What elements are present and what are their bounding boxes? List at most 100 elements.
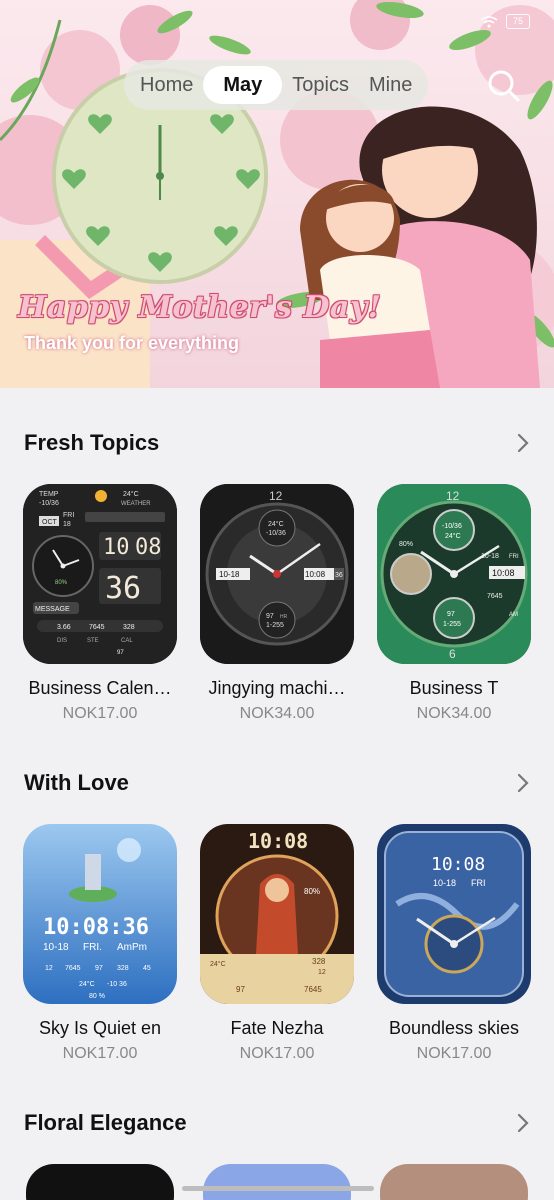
watchface-card[interactable]: 12 24°C -10/36 10-18 10:08 36 97 HR 1-25… [197, 484, 357, 723]
watchface-price: NOK17.00 [239, 1045, 315, 1062]
face-text: 10:08:36 [43, 915, 149, 940]
face-text: OCT [42, 519, 58, 526]
watchface-price: NOK17.00 [62, 1045, 138, 1062]
face-text: AM [509, 612, 518, 618]
face-text: 10:08 [305, 570, 326, 579]
search-icon[interactable] [484, 66, 524, 106]
watchface-card[interactable]: 10:08:36 10-18 FRI. AmPm 12 7645 97 328 … [20, 824, 180, 1063]
face-text: -10 36 [107, 981, 127, 988]
face-text: 97 [266, 613, 274, 620]
watchface-thumbnail: 12 24°C -10/36 10-18 10:08 36 97 HR 1-25… [200, 484, 354, 664]
section-title: With Love [24, 770, 129, 795]
face-text: -10/36 [39, 500, 59, 507]
watchface-card[interactable]: 10:08 10-18 FRI Boundless skies NOK17.00 [374, 824, 534, 1063]
watchface-thumbnail: TEMP -10/36 24°C WEATHER OCT FRI 18 80% … [23, 484, 177, 664]
watchface-name: Fate Nezha [230, 1018, 324, 1038]
face-text: AmPm [117, 942, 147, 953]
watchface-price: NOK17.00 [416, 1045, 492, 1062]
tab-mine[interactable]: Mine [359, 66, 422, 104]
face-text: 12 [318, 969, 326, 976]
face-text: 80% [55, 580, 68, 586]
face-text: FRI [63, 512, 74, 519]
watchface-card[interactable]: TEMP -10/36 24°C WEATHER OCT FRI 18 80% … [20, 484, 180, 723]
face-text: 328 [312, 957, 326, 966]
watchface-thumbnail: 10:08 80% 24°C 328 12 97 7645 [200, 824, 354, 1004]
watchface-card[interactable]: 10:08 80% 24°C 328 12 97 7645 Fate Nezha… [197, 824, 357, 1063]
face-text: WEATHER [121, 501, 151, 507]
face-text: 36 [105, 571, 141, 606]
face-text: 97 [117, 650, 124, 656]
watchface-card-partial[interactable] [203, 1164, 351, 1200]
watchface-preview: 12 6 -10/36 24°C 80% 10-18 FRI 10:08 764… [377, 484, 531, 664]
face-text: 7645 [65, 965, 81, 972]
face-text: 12 [45, 965, 53, 972]
watchface-name: Boundless skies [388, 1018, 520, 1038]
tab-may[interactable]: May [203, 66, 283, 104]
wifi-icon [480, 15, 498, 27]
watchface-name: Business Calen… [28, 678, 172, 698]
face-text: 80% [304, 887, 320, 896]
face-text: TEMP [39, 491, 59, 498]
face-text: 97 [447, 611, 455, 618]
watchface-name: Business T [409, 678, 499, 698]
home-indicator[interactable] [182, 1186, 374, 1191]
watchface-card[interactable]: 12 6 -10/36 24°C 80% 10-18 FRI 10:08 764… [374, 484, 534, 723]
face-text: 36 [335, 572, 343, 579]
face-text: 1-255 [266, 622, 284, 629]
watchface-preview: 10:08 10-18 FRI [377, 824, 531, 1004]
face-text: 12 [446, 489, 460, 503]
face-text: 10-18 [433, 878, 456, 888]
face-text: 80 % [89, 993, 105, 1000]
status-bar: 75 [480, 14, 530, 29]
watchface-preview: 12 24°C -10/36 10-18 10:08 36 97 HR 1-25… [200, 484, 354, 664]
watchface-card-partial[interactable] [26, 1164, 174, 1200]
chevron-right-icon[interactable] [516, 773, 530, 793]
face-text: 24°C [268, 520, 284, 528]
chevron-right-icon[interactable] [516, 1113, 530, 1133]
promo-banner[interactable]: 75 Home May Topics Mine Happy Mother's D… [0, 0, 554, 388]
face-text: 328 [117, 965, 129, 972]
watchface-price: NOK17.00 [62, 705, 138, 722]
face-text: DIS [57, 638, 67, 644]
face-text: 24°C [445, 532, 461, 540]
face-text: 7645 [89, 624, 105, 631]
watchface-thumbnail: 10:08 10-18 FRI [377, 824, 531, 1004]
face-text: FRI. [83, 942, 102, 953]
face-text: 10:08 [248, 829, 308, 853]
face-text: 24°C [210, 960, 226, 968]
watchface-thumbnail: 10:08:36 10-18 FRI. AmPm 12 7645 97 328 … [23, 824, 177, 1004]
face-text: 6 [449, 647, 456, 661]
face-text: 7645 [487, 593, 503, 600]
face-text: 1-255 [443, 621, 461, 628]
section-fresh-topics: Fresh Topics TEMP -10/36 24°C WEATHER OC… [0, 388, 554, 740]
face-text: 12 [269, 489, 283, 503]
watchface-price: NOK34.00 [239, 705, 315, 722]
tab-home[interactable]: Home [130, 66, 203, 104]
tab-topics[interactable]: Topics [282, 66, 359, 104]
face-text: 18 [63, 521, 71, 528]
face-text: 24°C [123, 490, 139, 498]
watchface-preview: 10:08 80% 24°C 328 12 97 7645 [200, 824, 354, 1004]
face-text: -10/36 [442, 523, 462, 530]
face-text: 10 [103, 535, 130, 560]
face-text: 24°C [79, 980, 95, 988]
watchface-thumbnail: 12 6 -10/36 24°C 80% 10-18 FRI 10:08 764… [377, 484, 531, 664]
face-text: STE [87, 638, 99, 644]
face-text: 08 [135, 535, 162, 560]
banner-subtitle: Thank you for everything [24, 333, 240, 353]
face-text: CAL [121, 638, 133, 644]
face-text: 10:08 [431, 854, 485, 875]
banner-title: Happy Mother's Day! [18, 290, 382, 325]
face-text: 10-18 [43, 942, 69, 953]
watchface-preview: 10:08:36 10-18 FRI. AmPm 12 7645 97 328 … [23, 824, 177, 1004]
face-text: 97 [236, 985, 245, 994]
mothers-day-illustration [0, 0, 554, 388]
watchface-price: NOK34.00 [416, 705, 492, 722]
battery-indicator: 75 [506, 14, 530, 29]
face-text: 45 [143, 965, 151, 972]
section-title: Floral Elegance [24, 1110, 187, 1135]
chevron-right-icon[interactable] [516, 433, 530, 453]
watchface-name: Jingying machi… [208, 678, 346, 698]
watchface-card-partial[interactable] [380, 1164, 528, 1200]
watchface-preview: TEMP -10/36 24°C WEATHER OCT FRI 18 80% … [23, 484, 177, 664]
